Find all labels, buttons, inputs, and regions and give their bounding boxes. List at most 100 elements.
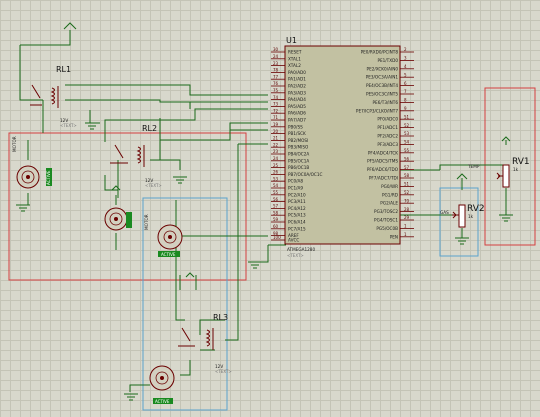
pin-number: 52 [404,123,410,128]
pin-number: 56 [273,197,279,202]
relay-rl3[interactable]: RL3 12V <TEXT> [178,313,232,374]
pin-number: 55 [273,190,279,195]
pin-number: 55 [404,148,410,153]
pin-number: 52 [404,190,410,195]
pin-number: 72 [273,108,279,113]
pin-number: 57 [273,204,279,209]
pin-name: XTAL2 [288,63,301,68]
pin-name: PF0/ADC0 [377,117,398,122]
pin-name: PA5/AD5 [288,104,306,109]
pin-number: 58 [404,173,410,178]
pin-number: 4 [404,64,407,69]
schematic-canvas[interactable]: RL1 12V <TEXT> RL2 12V <TEXT> RL3 12V <T… [0,0,540,417]
pin-name: PB6/OC1B [288,165,309,170]
pin-number: 57 [404,165,410,170]
chip-text-placeholder: <TEXT> [287,253,304,258]
motor-2[interactable]: MOTOR [104,207,149,231]
pin-name: PA6/AD6 [288,111,306,116]
pin-name: PB4/OC2A [288,152,309,157]
pin-name: XTAL1 [288,56,301,61]
relay-text-placeholder: <TEXT> [215,369,232,374]
pin-name: PC7/A15 [288,226,306,231]
relay-ref: RL1 [56,65,71,74]
pin-number: 76 [273,81,279,86]
pin-number: 26 [273,170,279,175]
pin-number: 24 [273,156,279,161]
pin-name: PG3/TOSC2 [374,209,398,214]
pin-number: 70 [404,198,410,203]
relay-rl1[interactable]: RL1 12V <TEXT> [30,65,77,128]
pin-name: PE5/OC3C/INT5 [366,92,398,97]
pin-number: 19 [273,122,279,127]
pin-number: 53 [273,176,279,181]
pin-name: PG5/OC0B [376,226,398,231]
pin-name: PF2/ADC2 [377,134,398,139]
pin-number: 30 [273,47,279,52]
pin-name: PG1/RD [382,192,398,197]
pin-number: 51 [404,114,410,119]
pin-number: 29 [404,215,410,220]
pin-name: PE1/TXD0 [377,58,398,63]
motor-status-badge: ACTIVE [155,399,170,404]
pin-name: PF3/ADC3 [377,142,398,147]
pin-name: PA0/AD0 [288,70,306,75]
pin-name: PC0/A8 [288,179,303,184]
pot-ref: RV2 [467,204,485,214]
pin-name: PE4/OC3B/INT4 [366,83,398,88]
motor-label: MOTOR [144,214,149,230]
pin-name: PA3/AD3 [288,90,306,95]
relay-text-placeholder: <TEXT> [145,183,162,188]
pin-number: 8 [404,98,407,103]
pin-number: 24 [273,54,279,59]
pin-name: PE0/RXD0/PCINT8 [361,50,399,55]
relay-text-placeholder: <TEXT> [60,123,77,128]
pin-number: 2 [404,47,407,52]
net-label: GAS [440,210,449,215]
pin-number: 9 [404,106,407,111]
pin-number: 28 [404,207,410,212]
pin-number: 5 [404,72,407,77]
pin-number: 54 [404,140,410,145]
pin-number: 58 [273,210,279,215]
pin-number: 20 [273,129,279,134]
pin-number: 23 [273,61,279,66]
microcontroller-u1[interactable]: U1 ATMEGA1280 <TEXT> RESET30XTAL124XTAL2… [271,36,414,258]
pin-name: PC6/A14 [288,220,306,225]
pin-number: 22 [273,142,279,147]
pin-name: PA2/AD2 [288,84,306,89]
chip-ref: U1 [286,36,297,45]
pin-name: PC3/A11 [288,199,306,204]
motor-status-badge: ACTIVE [46,170,51,185]
pin-number: 3 [404,56,407,61]
motor-3[interactable]: ACTIVE [157,224,183,257]
pin-name: PC5/A13 [288,213,306,218]
pin-name: PF1/ADC1 [377,125,398,130]
pin-name: PA7/AD7 [288,118,306,123]
wires [19,30,507,392]
pin-number: 77 [273,74,279,79]
pot-ref: RV1 [512,157,530,167]
schematic-drawing[interactable]: RL1 12V <TEXT> RL2 12V <TEXT> RL3 12V <T… [0,0,540,417]
motor-4[interactable]: ACTIVE [149,365,175,404]
pin-name: PE7/ICP3/CLKO/INT7 [356,108,398,113]
motor-status-badge: ACTIVE [161,252,176,257]
pin-name: PF4/ADC4/TCK [368,150,398,155]
potentiometer-rv1[interactable]: RV1 1k TEMP [467,157,530,188]
net-label: TEMP [467,164,480,169]
pin-name: PEN [390,234,398,239]
pin-name: PA4/AD4 [288,97,306,102]
pin-number: 100 [273,235,281,240]
pin-number: 53 [404,131,410,136]
pin-name: PC1/A9 [288,186,303,191]
pin-name: PB3/MISO [288,145,309,150]
pin-name: PG2/ALE [380,201,398,206]
pin-number: 74 [273,95,279,100]
pin-name: PB5/OC1A [288,158,309,163]
pin-number: 78 [273,68,279,73]
motor-1[interactable]: MOTOR ACTIVE [12,136,52,189]
pin-name: PB2/MOSI [288,138,308,143]
pin-number: 75 [273,88,279,93]
pin-number: 54 [273,183,279,188]
red-frame-left [8,132,247,281]
pin-name: PA1/AD1 [288,77,306,82]
